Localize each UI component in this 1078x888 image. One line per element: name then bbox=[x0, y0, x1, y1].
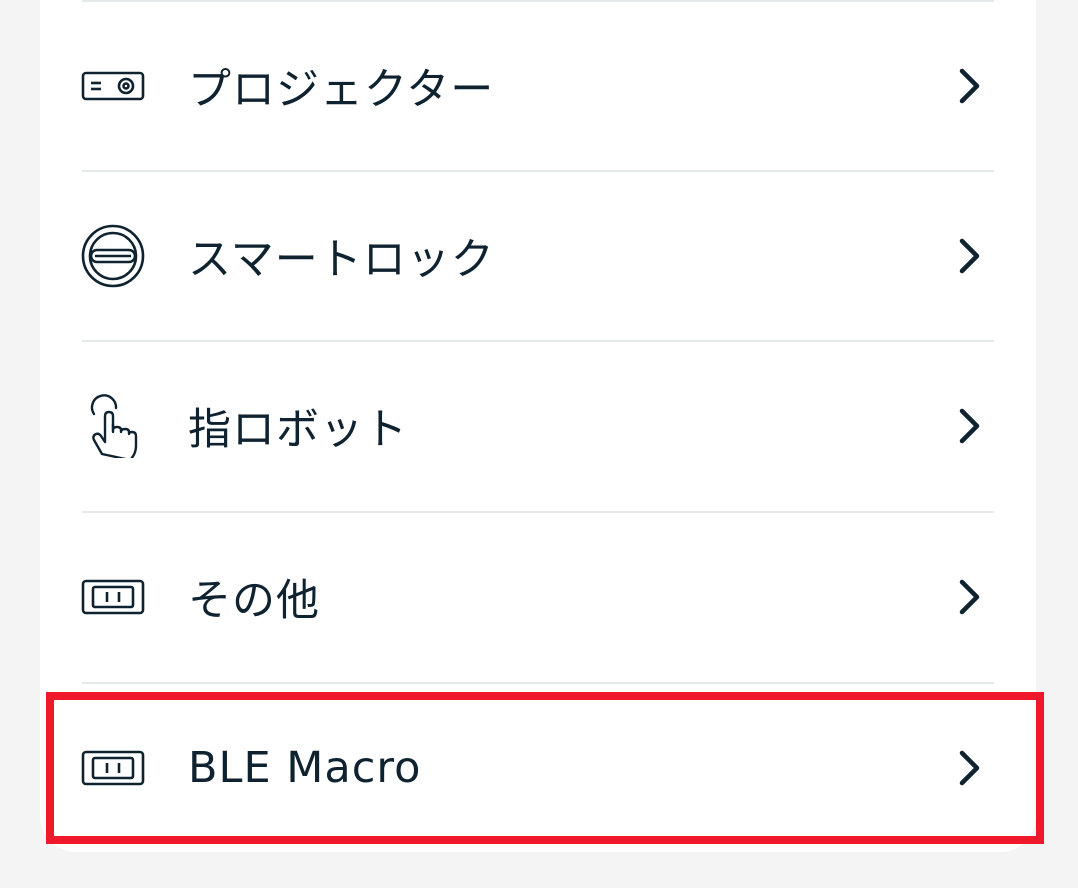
chevron-right-icon bbox=[954, 406, 984, 446]
list-item-label: 指ロボット bbox=[188, 405, 408, 455]
plug-icon bbox=[80, 564, 146, 630]
projector-icon bbox=[80, 53, 146, 119]
list-item-label: プロジェクター bbox=[188, 65, 495, 115]
chevron-right-icon bbox=[954, 66, 984, 106]
chevron-right-icon bbox=[954, 577, 984, 617]
list-item-label: その他 bbox=[188, 576, 320, 626]
list-item-label: スマートロック bbox=[188, 235, 495, 285]
highlight-box bbox=[46, 692, 1044, 844]
list-item-finger-robot[interactable]: 指ロボット bbox=[40, 342, 1036, 510]
finger-robot-icon bbox=[80, 393, 146, 459]
list-item-smart-lock[interactable]: スマートロック bbox=[40, 172, 1036, 340]
smart-lock-icon bbox=[80, 223, 146, 289]
list-item-projector[interactable]: プロジェクター bbox=[40, 2, 1036, 170]
list-item-other[interactable]: その他 bbox=[40, 513, 1036, 681]
chevron-right-icon bbox=[954, 236, 984, 276]
